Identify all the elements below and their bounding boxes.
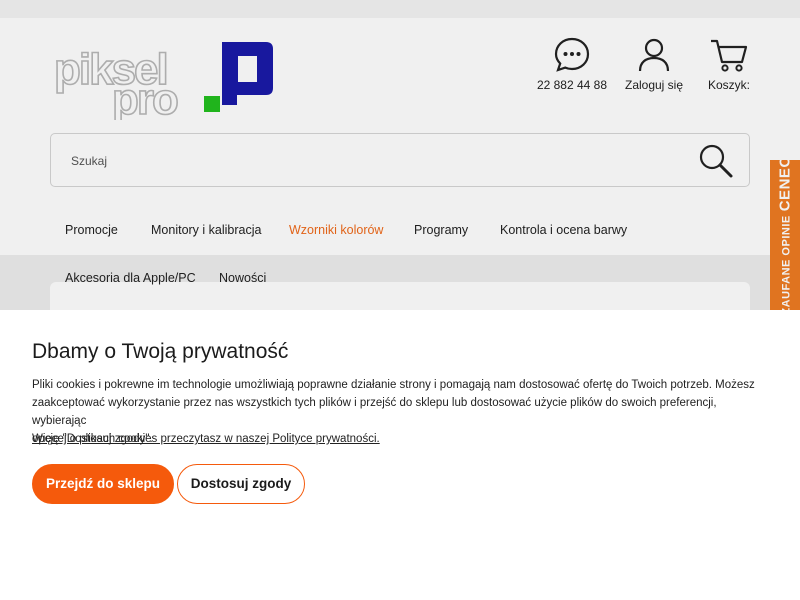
page: piksel pro 22 882 44 88 Zaloguj się Kosz… [0,0,800,600]
cookie-title: Dbamy o Twoją prywatność [32,340,289,363]
cookie-text-line-1: Pliki cookies i pokrewne im technologie … [32,379,755,391]
privacy-policy-link[interactable]: Więcej o plikach cookies przeczytasz w n… [32,430,380,448]
dim-overlay [0,0,800,310]
cookie-consent-panel: Dbamy o Twoją prywatność Pliki cookies i… [0,310,800,600]
cookie-text-line-2: zaakceptować wykorzystanie przez nas wsz… [32,397,717,427]
customize-consent-button[interactable]: Dostosuj zgody [177,464,305,504]
go-to-shop-button[interactable]: Przejdź do sklepu [32,464,174,504]
